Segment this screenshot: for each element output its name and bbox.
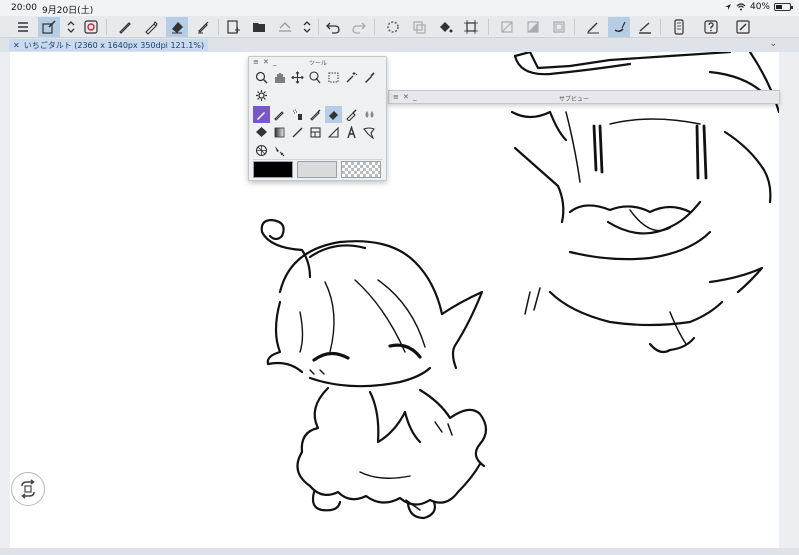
stabilization-icon[interactable] [634, 17, 656, 37]
palette-divider [253, 159, 383, 160]
eraser-tool-icon[interactable] [325, 106, 342, 123]
water-drop-icon[interactable] [361, 106, 378, 123]
pencil-icon[interactable] [140, 17, 162, 37]
marker-tool-icon[interactable] [307, 106, 324, 123]
tool-row-5 [253, 142, 288, 159]
battery-percent: 40% [749, 2, 770, 12]
eyedropper-icon[interactable] [361, 69, 378, 86]
redo-icon[interactable] [348, 17, 370, 37]
main-color-swatch[interactable] [253, 161, 293, 178]
status-time: 20:00 [11, 3, 37, 13]
transform-icon[interactable] [460, 17, 482, 37]
sub-view-title: サブビュー [559, 96, 590, 103]
settings-icon[interactable] [253, 87, 270, 104]
gray-icon[interactable] [522, 17, 544, 37]
tool-palette-titlebar: ≡ ✕ _ ツール [249, 57, 386, 67]
line-icon[interactable] [289, 124, 306, 141]
canvas-artwork [260, 50, 781, 520]
open-folder-icon[interactable] [248, 17, 270, 37]
tool-palette-title: ツール [309, 60, 328, 67]
close-icon[interactable]: ✕ [13, 41, 20, 50]
layer-select-icon[interactable] [38, 17, 60, 37]
border-icon[interactable] [548, 17, 570, 37]
correct-line-icon[interactable] [271, 142, 288, 159]
grid-icon[interactable] [253, 142, 270, 159]
pen-tool-icon[interactable] [253, 106, 270, 123]
pen-icon[interactable] [271, 106, 288, 123]
blend-icon[interactable] [343, 106, 360, 123]
rotate-button[interactable] [11, 472, 45, 506]
minimize-icon[interactable]: _ [413, 93, 417, 101]
text-icon[interactable] [343, 124, 360, 141]
pen-pressure-icon[interactable] [582, 17, 604, 37]
chevron-down-icon[interactable]: ⌄ [769, 39, 777, 49]
document-title: いちごタルト (2360 x 1640px 350dpi 121.1%) [23, 40, 205, 50]
hand-icon[interactable] [271, 69, 288, 86]
tool-row-3 [253, 106, 378, 123]
sub-color-swatch[interactable] [297, 161, 337, 178]
status-bar: 20:00 9月20日(土) 40% [0, 0, 799, 16]
rotate-icon [21, 479, 35, 499]
status-right: 40% [724, 2, 793, 12]
frame-icon[interactable] [307, 124, 324, 141]
copy-icon[interactable] [408, 17, 430, 37]
document-tab[interactable]: ✕ いちごタルト (2360 x 1640px 350dpi 121.1%) [9, 39, 209, 51]
selection-icon[interactable] [325, 69, 342, 86]
sub-view-panel[interactable]: ≡ ✕ _ サブビュー [388, 90, 780, 104]
clear-icon[interactable] [496, 17, 518, 37]
object-select-icon[interactable] [307, 69, 324, 86]
tool-row-2 [253, 87, 270, 104]
minimize-icon[interactable]: _ [273, 58, 277, 66]
eraser-icon[interactable] [166, 17, 188, 37]
balloon-icon[interactable] [361, 124, 378, 141]
ruler-icon[interactable] [325, 124, 342, 141]
pen-icon[interactable] [114, 17, 136, 37]
updown-arrows-icon-2[interactable] [296, 17, 318, 37]
magic-wand-icon[interactable] [343, 69, 360, 86]
wifi-icon [736, 3, 746, 11]
menu-icon[interactable] [12, 17, 34, 37]
edit-icon[interactable] [732, 17, 754, 37]
loading-icon[interactable] [382, 17, 404, 37]
layer-preview-icon[interactable] [80, 17, 102, 37]
close-icon[interactable]: ✕ [263, 58, 269, 66]
tool-palette[interactable]: ≡ ✕ _ ツール [248, 56, 387, 181]
app-window: 20:00 9月20日(土) 40% ✕ いちごタルト (2360 x 1640… [0, 0, 799, 555]
drag-handle-icon[interactable]: ≡ [393, 93, 399, 101]
bottom-bar [0, 548, 799, 555]
fill-icon[interactable] [434, 17, 456, 37]
battery-icon [774, 3, 793, 11]
status-date: 9月20日(土) [42, 6, 94, 16]
tool-row-4 [253, 124, 378, 141]
updown-arrows-icon[interactable] [60, 17, 82, 37]
marker-icon[interactable] [192, 17, 214, 37]
transparent-color-swatch[interactable] [341, 161, 381, 178]
zoom-icon[interactable] [253, 69, 270, 86]
new-canvas-icon[interactable] [222, 17, 244, 37]
close-icon[interactable]: ✕ [403, 93, 409, 101]
save-icon[interactable] [274, 17, 296, 37]
undo-icon[interactable] [322, 17, 344, 37]
move-icon[interactable] [289, 69, 306, 86]
drag-handle-icon[interactable]: ≡ [253, 58, 259, 66]
airbrush-icon[interactable] [289, 106, 306, 123]
location-icon [724, 4, 731, 10]
phone-icon[interactable] [668, 17, 690, 37]
brush-size-icon[interactable] [608, 17, 630, 37]
document-tab-row: ✕ いちごタルト (2360 x 1640px 350dpi 121.1%) ⌄ [0, 38, 799, 52]
help-icon[interactable] [700, 17, 722, 37]
gradient-icon[interactable] [271, 124, 288, 141]
drawing-canvas[interactable] [10, 50, 781, 548]
main-toolbar [0, 16, 799, 38]
tool-row-1 [253, 69, 378, 86]
fill-tool-icon[interactable] [253, 124, 270, 141]
